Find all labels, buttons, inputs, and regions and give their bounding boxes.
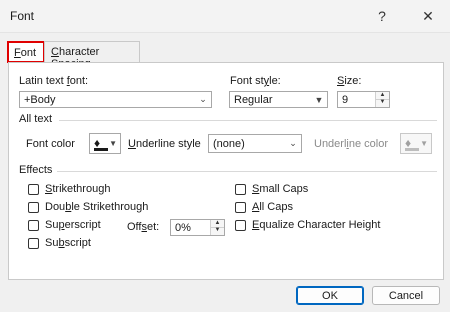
help-button[interactable]: ?: [366, 4, 398, 28]
double-strikethrough-label-post: le Strikethrough: [71, 201, 149, 213]
latin-font-label-pre: Latin text: [19, 75, 67, 87]
effects-divider: [57, 171, 437, 172]
all-caps-label-post: ll Caps: [259, 201, 293, 213]
superscript-label-post: erscript: [64, 219, 101, 231]
chevron-down-icon: ▼: [109, 139, 117, 148]
chevron-down-icon[interactable]: ▼: [311, 92, 327, 107]
strikethrough-label[interactable]: Strikethrough: [45, 183, 110, 195]
offset-label: Offset:: [127, 221, 159, 233]
font-color-button[interactable]: ♦ ▼: [89, 133, 121, 154]
equalize-character-height-checkbox[interactable]: [235, 220, 246, 231]
arrow-down-icon[interactable]: ▼: [211, 227, 224, 234]
latin-font-value: +Body: [24, 94, 56, 106]
arrow-down-icon[interactable]: ▼: [376, 99, 389, 106]
tab-character-spacing[interactable]: Character Spacing: [44, 41, 140, 70]
close-button[interactable]: ✕: [412, 4, 444, 28]
underline-style-label: Underline style: [128, 138, 201, 150]
offset-label-pre: Off: [127, 221, 142, 233]
title-bar: Font ? ✕: [0, 0, 450, 33]
close-icon: ✕: [422, 7, 434, 24]
superscript-checkbox[interactable]: [28, 220, 39, 231]
underline-style-label-post: nderline style: [135, 138, 201, 150]
strikethrough-label-post: trikethrough: [52, 183, 111, 195]
help-icon: ?: [378, 8, 386, 24]
subscript-checkbox[interactable]: [28, 238, 39, 249]
subscript-label-pre: Su: [45, 237, 59, 249]
font-style-label-post: le:: [269, 75, 281, 87]
tab-font[interactable]: Font: [7, 41, 45, 63]
ok-button[interactable]: OK: [296, 286, 364, 305]
equalize-character-height-label[interactable]: Equalize Character Height: [252, 219, 380, 231]
size-spin-buttons[interactable]: ▲ ▼: [375, 92, 389, 107]
offset-value: 0%: [175, 222, 191, 234]
underline-color-label: Underline color: [314, 138, 388, 150]
offset-label-post: et:: [146, 221, 160, 233]
subscript-label[interactable]: Subscript: [45, 237, 91, 249]
latin-font-label-post: ont:: [69, 75, 89, 87]
underline-color-label-pre: Underl: [314, 138, 347, 150]
double-strikethrough-label-pre: Dou: [45, 201, 66, 213]
window-title: Font: [10, 9, 35, 23]
subscript-label-post: script: [64, 237, 91, 249]
all-caps-label[interactable]: All Caps: [252, 201, 293, 213]
font-color-label: Font color: [26, 138, 75, 150]
small-caps-label-post: mall Caps: [259, 183, 309, 195]
double-strikethrough-label[interactable]: Double Strikethrough: [45, 201, 148, 213]
small-caps-label[interactable]: Small Caps: [252, 183, 308, 195]
underline-color-swatch: [405, 148, 419, 151]
all-text-heading: All text: [19, 113, 53, 125]
chevron-down-icon: ▼: [420, 139, 428, 148]
font-style-value: Regular: [234, 94, 273, 106]
underline-style-value: (none): [213, 138, 245, 150]
offset-spin-buttons[interactable]: ▲ ▼: [210, 220, 224, 235]
font-style-select[interactable]: Regular ▼: [229, 91, 328, 108]
latin-font-combobox[interactable]: +Body ⌄: [19, 91, 212, 108]
cancel-button[interactable]: Cancel: [372, 286, 440, 305]
effects-heading: Effects: [19, 164, 53, 176]
tab-font-label: ont: [20, 47, 37, 59]
strikethrough-checkbox[interactable]: [28, 184, 39, 195]
size-stepper[interactable]: 9 ▲ ▼: [337, 91, 390, 108]
font-style-label: Font style:: [230, 75, 281, 87]
size-label: Size:: [337, 75, 361, 87]
double-strikethrough-checkbox[interactable]: [28, 202, 39, 213]
underline-style-label-mnemonic: U: [128, 138, 136, 150]
superscript-label[interactable]: Superscript: [45, 219, 101, 231]
font-color-swatch: [94, 148, 108, 151]
tab-font-mnemonic: F: [14, 47, 21, 59]
latin-font-label: Latin text font:: [19, 75, 88, 87]
size-label-post: ize:: [344, 75, 362, 87]
underline-style-select[interactable]: (none) ⌄: [208, 134, 302, 153]
small-caps-checkbox[interactable]: [235, 184, 246, 195]
chevron-down-icon[interactable]: ⌄: [285, 135, 301, 152]
tab-character-spacing-mnemonic: C: [51, 46, 59, 58]
all-text-divider: [59, 120, 437, 121]
font-tab-panel: Latin text font: +Body ⌄ Font style: Reg…: [8, 62, 444, 280]
font-style-label-pre: Font st: [230, 75, 264, 87]
offset-stepper[interactable]: 0% ▲ ▼: [170, 219, 225, 236]
underline-color-button[interactable]: ♦ ▼: [400, 133, 432, 154]
chevron-down-icon[interactable]: ⌄: [195, 92, 211, 107]
size-value: 9: [342, 94, 349, 106]
equalize-label-post: qualize Character Height: [259, 219, 381, 231]
superscript-label-pre: Su: [45, 219, 59, 231]
all-caps-checkbox[interactable]: [235, 202, 246, 213]
underline-color-label-post: ne color: [348, 138, 388, 150]
